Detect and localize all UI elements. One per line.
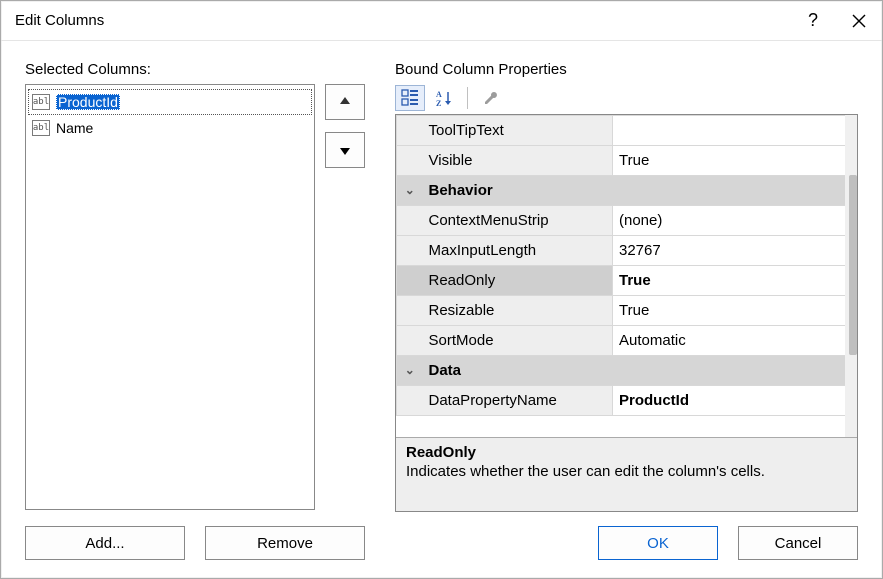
chevron-down-icon: ⌄ xyxy=(405,363,415,377)
property-value[interactable]: (none) xyxy=(613,206,857,236)
list-item[interactable]: abl ProductId xyxy=(28,89,312,115)
property-name: MaxInputLength xyxy=(423,236,613,266)
expander-cell xyxy=(397,146,423,176)
help-button[interactable]: ? xyxy=(790,1,836,41)
property-grid: ToolTipTextVisibleTrue⌄BehaviorContextMe… xyxy=(395,114,858,512)
textbox-column-icon: abl xyxy=(32,94,50,110)
property-description-pane: ReadOnly Indicates whether the user can … xyxy=(396,437,857,511)
property-pages-button[interactable] xyxy=(476,85,506,111)
property-value[interactable]: True xyxy=(613,296,857,326)
alphabetical-button[interactable]: A Z xyxy=(429,85,459,111)
cancel-button[interactable]: Cancel xyxy=(738,526,858,560)
chevron-down-icon: ⌄ xyxy=(405,183,415,197)
property-category-row[interactable]: ⌄ Behavior xyxy=(397,176,857,206)
property-value[interactable]: True xyxy=(613,266,857,296)
dialog-content: Selected Columns: abl ProductId abl Name Ad… xyxy=(1,41,882,578)
property-name: ReadOnly xyxy=(423,266,613,296)
property-name: ContextMenuStrip xyxy=(423,206,613,236)
scrollbar-thumb[interactable] xyxy=(849,175,857,355)
expander-cell xyxy=(397,266,423,296)
property-description-title: ReadOnly xyxy=(406,444,847,461)
property-row[interactable]: ResizableTrue xyxy=(397,296,857,326)
property-name: Visible xyxy=(423,146,613,176)
expander-cell xyxy=(397,386,423,416)
window-title: Edit Columns xyxy=(15,12,104,29)
move-down-button[interactable] xyxy=(325,132,365,168)
expander-cell[interactable]: ⌄ xyxy=(397,176,423,206)
arrow-down-icon xyxy=(338,143,352,157)
expander-cell[interactable]: ⌄ xyxy=(397,356,423,386)
toolbar-separator xyxy=(467,87,468,109)
property-name: ToolTipText xyxy=(423,116,613,146)
alphabetical-icon: A Z xyxy=(435,89,453,107)
property-row[interactable]: ToolTipText xyxy=(397,116,857,146)
ok-button[interactable]: OK xyxy=(598,526,718,560)
property-row[interactable]: ReadOnlyTrue xyxy=(397,266,857,296)
categorized-icon xyxy=(401,89,419,107)
bound-properties-label: Bound Column Properties xyxy=(395,61,858,78)
property-value[interactable]: ProductId xyxy=(613,386,857,416)
property-row[interactable]: ContextMenuStrip(none) xyxy=(397,206,857,236)
edit-columns-dialog: Edit Columns ? Selected Columns: abl Prod… xyxy=(0,0,883,579)
property-value[interactable]: Automatic xyxy=(613,326,857,356)
wrench-icon xyxy=(482,89,500,107)
move-up-button[interactable] xyxy=(325,84,365,120)
property-name: Resizable xyxy=(423,296,613,326)
arrow-up-icon xyxy=(338,95,352,109)
list-item[interactable]: abl Name xyxy=(28,115,312,141)
svg-text:A: A xyxy=(436,90,442,99)
property-row[interactable]: DataPropertyNameProductId xyxy=(397,386,857,416)
property-name: SortMode xyxy=(423,326,613,356)
selected-columns-list[interactable]: abl ProductId abl Name xyxy=(25,84,315,510)
property-row[interactable]: SortModeAutomatic xyxy=(397,326,857,356)
property-name: Data xyxy=(423,356,857,386)
property-row[interactable]: VisibleTrue xyxy=(397,146,857,176)
property-value[interactable] xyxy=(613,116,857,146)
property-grid-toolbar: A Z xyxy=(395,84,858,114)
property-row[interactable]: MaxInputLength32767 xyxy=(397,236,857,266)
dialog-footer: OK Cancel xyxy=(395,526,858,560)
scrollbar[interactable] xyxy=(845,115,857,437)
categorized-button[interactable] xyxy=(395,85,425,111)
titlebar: Edit Columns ? xyxy=(1,1,882,41)
selected-columns-pane: Selected Columns: abl ProductId abl Name Ad… xyxy=(25,61,365,560)
svg-text:Z: Z xyxy=(436,99,441,107)
property-name: DataPropertyName xyxy=(423,386,613,416)
property-value[interactable]: True xyxy=(613,146,857,176)
list-item-label: ProductId xyxy=(56,94,120,110)
add-button[interactable]: Add... xyxy=(25,526,185,560)
list-item-label: Name xyxy=(56,120,93,136)
property-grid-rows[interactable]: ToolTipTextVisibleTrue⌄BehaviorContextMe… xyxy=(396,115,857,437)
property-name: Behavior xyxy=(423,176,857,206)
expander-cell xyxy=(397,236,423,266)
property-category-row[interactable]: ⌄ Data xyxy=(397,356,857,386)
expander-cell xyxy=(397,326,423,356)
selected-columns-label: Selected Columns: xyxy=(25,61,365,78)
expander-cell xyxy=(397,296,423,326)
remove-button[interactable]: Remove xyxy=(205,526,365,560)
textbox-column-icon: abl xyxy=(32,120,50,136)
close-button[interactable] xyxy=(836,1,882,41)
close-icon xyxy=(852,14,866,28)
property-description-text: Indicates whether the user can edit the … xyxy=(406,463,847,480)
bound-column-properties-pane: Bound Column Properties A Z xyxy=(395,61,858,560)
expander-cell xyxy=(397,116,423,146)
expander-cell xyxy=(397,206,423,236)
property-value[interactable]: 32767 xyxy=(613,236,857,266)
